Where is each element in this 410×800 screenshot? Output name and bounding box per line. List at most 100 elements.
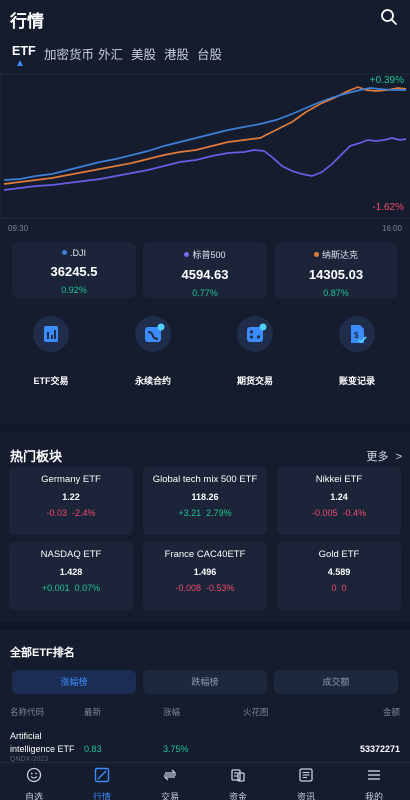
nav-label: 交易 bbox=[160, 792, 179, 800]
index-value: 4594.63 bbox=[181, 267, 229, 282]
segment-gainers[interactable]: 涨幅榜 bbox=[12, 670, 136, 694]
column-header-sparkline: 火花图 bbox=[243, 707, 269, 717]
hot-card-change: -0.008 bbox=[175, 583, 201, 593]
index-name: 纳斯达克 bbox=[321, 250, 358, 260]
shortcut-futures[interactable]: 期货交易 bbox=[210, 316, 300, 387]
hot-card-value: 1.496 bbox=[193, 567, 217, 577]
segment-volume[interactable]: 成交额 bbox=[274, 670, 398, 694]
bottom-nav: 自选 行情 交易 资金 资讯 我的 bbox=[0, 762, 410, 800]
hot-card-name: NASDAQ ETF bbox=[40, 549, 102, 560]
hot-sectors-title: 热门板块 bbox=[10, 449, 63, 464]
nav-profile[interactable]: 我的 bbox=[340, 767, 408, 800]
index-pct: 0.87% bbox=[323, 288, 349, 298]
futures-icon bbox=[237, 316, 273, 352]
index-pct: 0.92% bbox=[61, 285, 87, 295]
index-card-nasdaq[interactable]: 纳斯达克 14305.03 0.87% bbox=[274, 242, 398, 298]
menu-icon bbox=[368, 770, 380, 780]
hot-card-change: -0.03 bbox=[46, 508, 67, 518]
index-chart[interactable]: +0.39% -1.62% bbox=[0, 66, 410, 234]
segment-losers[interactable]: 跌幅榜 bbox=[143, 670, 267, 694]
index-name: .DJI bbox=[69, 248, 86, 258]
series-dot-icon bbox=[313, 252, 319, 257]
hot-card-pct: -0.4% bbox=[342, 508, 367, 518]
hot-card-nasdaq[interactable]: NASDAQ ETF 1.428 +0.001 0.07% bbox=[9, 542, 133, 610]
nav-trade[interactable]: 交易 bbox=[136, 767, 204, 800]
index-name: 标普500 bbox=[192, 250, 226, 260]
chart-min-pct: -1.62% bbox=[372, 202, 404, 213]
shortcut-perpetual[interactable]: 永续合约 bbox=[108, 316, 198, 387]
nav-watchlist[interactable]: 自选 bbox=[0, 767, 68, 800]
series-line-dji bbox=[3, 87, 406, 181]
series-dot-icon bbox=[61, 250, 67, 255]
tab-tw-stocks[interactable]: 台股 bbox=[197, 44, 222, 63]
nav-label: 资金 bbox=[228, 792, 247, 800]
series-line-spx bbox=[3, 137, 407, 191]
series-dot-icon bbox=[184, 252, 190, 257]
hot-card-name: Germany ETF bbox=[41, 474, 101, 485]
hot-card-change: +3.21 bbox=[178, 508, 202, 518]
hot-card-value: 1.24 bbox=[330, 492, 348, 502]
column-header-change: 涨幅 bbox=[163, 707, 181, 717]
hot-card-nikkei[interactable]: Nikkei ETF 1.24 -0.005 -0.4% bbox=[277, 467, 401, 535]
etf-ranking-title: 全部ETF排名 bbox=[10, 647, 75, 659]
index-card-spx[interactable]: 标普500 4594.63 0.77% bbox=[143, 242, 267, 298]
section-divider bbox=[0, 622, 410, 630]
nav-market[interactable]: 行情 bbox=[68, 767, 136, 800]
index-value: 14305.03 bbox=[308, 267, 364, 282]
hot-more-link[interactable]: 更多 > bbox=[367, 448, 403, 464]
shortcut-etf-trade[interactable]: ETF交易 bbox=[6, 316, 96, 387]
page-title: 行情 bbox=[10, 12, 44, 31]
nav-label: 资讯 bbox=[296, 792, 315, 800]
row-last: 0.83 bbox=[84, 744, 102, 754]
tab-etf[interactable]: ETF bbox=[12, 44, 36, 58]
chart-max-pct: +0.39% bbox=[369, 75, 404, 86]
shortcut-label: ETF交易 bbox=[33, 376, 69, 386]
hot-card-name: France CAC40ETF bbox=[164, 549, 246, 560]
news-icon bbox=[299, 768, 313, 782]
hot-card-change: -0.005 bbox=[311, 508, 338, 518]
index-card-dji[interactable]: .DJI 36245.5 0.92% bbox=[12, 242, 136, 298]
search-icon[interactable] bbox=[380, 8, 398, 26]
trade-icon bbox=[163, 769, 177, 781]
section-divider bbox=[0, 424, 410, 432]
column-header-name: 名称代码 bbox=[10, 707, 45, 717]
hot-card-germany[interactable]: Germany ETF 1.22 -0.03 -2.4% bbox=[9, 467, 133, 535]
index-value: 36245.5 bbox=[50, 264, 98, 279]
hot-card-change: +0.001 bbox=[41, 583, 70, 593]
index-pct: 0.77% bbox=[192, 288, 218, 298]
tab-crypto[interactable]: 加密货币 bbox=[44, 44, 94, 63]
shortcut-label: 期货交易 bbox=[236, 376, 273, 386]
nav-label: 行情 bbox=[92, 792, 111, 800]
tab-hk-stocks[interactable]: 港股 bbox=[164, 44, 189, 63]
shortcut-records[interactable]: $ 账变记录 bbox=[312, 316, 402, 387]
row-change: 3.75% bbox=[163, 744, 189, 754]
index-chart-svg bbox=[0, 66, 410, 219]
nav-news[interactable]: 资讯 bbox=[272, 767, 340, 800]
chart-icon bbox=[94, 767, 110, 783]
hot-card-pct: 0 bbox=[341, 583, 347, 593]
smile-icon bbox=[26, 767, 42, 783]
column-header-amount: 金额 bbox=[382, 707, 400, 717]
hot-card-gold[interactable]: Gold ETF 4.589 0 0 bbox=[277, 542, 401, 610]
hot-card-pct: 2.79% bbox=[206, 508, 232, 518]
hot-card-name: Global tech mix 500 ETF bbox=[152, 474, 258, 485]
market-tabs: ETF 加密货币 外汇 美股 港股 台股 bbox=[0, 40, 410, 68]
hot-card-global-tech[interactable]: Global tech mix 500 ETF 118.26 +3.21 2.7… bbox=[143, 467, 267, 535]
hot-card-france[interactable]: France CAC40ETF 1.496 -0.008 -0.53% bbox=[143, 542, 267, 610]
chart-time-start: 09:30 bbox=[8, 224, 29, 233]
tab-us-stocks[interactable]: 美股 bbox=[131, 44, 156, 63]
shortcut-label: 账变记录 bbox=[338, 376, 375, 386]
hot-card-value: 4.589 bbox=[327, 567, 351, 577]
shortcut-label: 永续合约 bbox=[134, 376, 171, 386]
bar-chart-icon bbox=[33, 316, 69, 352]
hot-card-value: 1.22 bbox=[62, 492, 80, 502]
chevron-right-icon: > bbox=[395, 451, 402, 463]
nav-label: 自选 bbox=[24, 792, 43, 800]
hot-card-pct: -2.4% bbox=[72, 508, 96, 518]
hot-card-name: Nikkei ETF bbox=[315, 474, 363, 485]
tab-forex[interactable]: 外汇 bbox=[98, 44, 123, 63]
record-icon: $ bbox=[339, 316, 375, 352]
nav-funds[interactable]: 资金 bbox=[204, 767, 272, 800]
svg-text:$: $ bbox=[354, 331, 359, 340]
column-header-last: 最新 bbox=[84, 707, 102, 717]
